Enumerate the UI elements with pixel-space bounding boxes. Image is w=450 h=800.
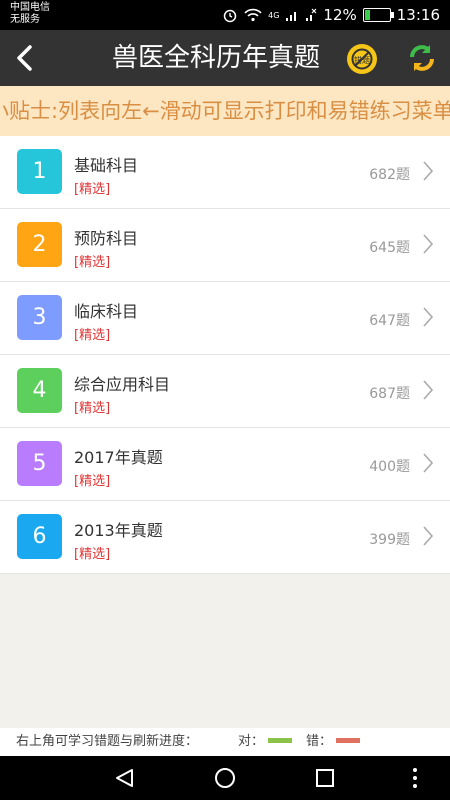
featured-tag: [精选] — [74, 401, 111, 416]
question-count: 400题 — [369, 459, 410, 475]
question-count: 647题 — [369, 313, 410, 329]
progress-legend: 右上角可学习错题与刷新进度： 对： 错： — [0, 728, 450, 756]
chevron-right-icon — [423, 526, 434, 546]
subject-name: 预防科目 — [74, 229, 139, 248]
correct-label: 对： — [238, 734, 265, 749]
network-type: 4G — [268, 10, 280, 20]
alarm-icon — [223, 9, 237, 23]
featured-tag: [精选] — [74, 182, 111, 197]
clock: 13:16 — [396, 6, 440, 24]
list-item[interactable]: 3 临床科目 [精选] 647题 — [0, 282, 450, 355]
subject-name: 2013年真题 — [74, 521, 163, 540]
chevron-right-icon — [423, 380, 434, 400]
correct-swatch — [268, 738, 292, 743]
status-bar: 中国电信 无服务 4G 12% 13:16 — [0, 0, 450, 30]
list-item[interactable]: 6 2013年真题 [精选] 399题 — [0, 501, 450, 574]
status-icons: 4G 12% 13:16 — [222, 6, 440, 24]
back-button[interactable] — [8, 38, 48, 78]
refresh-icon — [410, 45, 434, 71]
list-item[interactable]: 5 2017年真题 [精选] 400题 — [0, 428, 450, 501]
nav-recents-icon[interactable] — [313, 766, 337, 790]
featured-tag: [精选] — [74, 255, 111, 270]
question-count: 682题 — [369, 167, 410, 183]
featured-tag: [精选] — [74, 547, 111, 562]
subject-name: 2017年真题 — [74, 448, 163, 467]
chevron-right-icon — [423, 234, 434, 254]
subject-number-badge: 4 — [17, 368, 62, 413]
question-count: 687题 — [369, 386, 410, 402]
tip-text: 小贴士:列表向左←滑动可显示打印和易错练习菜单，长 — [0, 99, 450, 123]
nav-home-icon[interactable] — [213, 766, 237, 790]
app-header: 兽医全科历年真题 错题 — [0, 30, 450, 86]
question-count: 399题 — [369, 532, 410, 548]
refresh-button[interactable] — [406, 42, 438, 74]
system-nav-bar — [0, 756, 450, 800]
battery-icon — [362, 8, 394, 22]
wrong-label: 错： — [306, 734, 333, 749]
subject-name: 基础科目 — [74, 156, 139, 175]
subject-name: 综合应用科目 — [74, 375, 171, 394]
legend-hint: 右上角可学习错题与刷新进度： — [16, 734, 199, 749]
list-item[interactable]: 2 预防科目 [精选] 645题 — [0, 209, 450, 282]
chevron-right-icon — [423, 453, 434, 473]
signal-icon — [286, 12, 297, 21]
list-item[interactable]: 4 综合应用科目 [精选] 687题 — [0, 355, 450, 428]
subject-number-badge: 5 — [17, 441, 62, 486]
service-status: 无服务 — [10, 14, 40, 25]
subject-number-badge: 2 — [17, 222, 62, 267]
wrong-badge-label: 错题 — [354, 55, 370, 65]
list-item[interactable]: 1 基础科目 [精选] 682题 — [0, 136, 450, 209]
nav-menu-icon[interactable] — [403, 766, 427, 790]
wrong-questions-icon: 错题 — [348, 45, 376, 73]
carrier-name: 中国电信 — [10, 2, 50, 13]
question-count: 645题 — [369, 240, 410, 256]
subject-number-badge: 1 — [17, 149, 62, 194]
battery-percent: 12% — [323, 6, 357, 24]
chevron-right-icon — [423, 161, 434, 181]
tip-banner: 小贴士:列表向左←滑动可显示打印和易错练习菜单，长 — [0, 86, 450, 136]
featured-tag: [精选] — [74, 328, 111, 343]
wrong-swatch — [336, 738, 360, 743]
subject-name: 临床科目 — [74, 302, 139, 321]
no-signal-icon — [306, 8, 317, 21]
carrier-info: 中国电信 无服务 — [10, 2, 50, 26]
wrong-questions-button[interactable]: 错题 — [347, 44, 377, 74]
back-arrow-icon — [17, 45, 32, 71]
featured-tag: [精选] — [74, 474, 111, 489]
chevron-right-icon — [423, 307, 434, 327]
subject-number-badge: 3 — [17, 295, 62, 340]
page-title: 兽医全科历年真题 — [112, 43, 321, 73]
subject-number-badge: 6 — [17, 514, 62, 559]
wifi-icon — [244, 8, 262, 22]
subject-list: 1 基础科目 [精选] 682题 2 预防科目 [精选] 645题 3 临床科目 [精选] 647题 4… — [0, 136, 450, 574]
nav-back-icon[interactable] — [113, 766, 137, 790]
